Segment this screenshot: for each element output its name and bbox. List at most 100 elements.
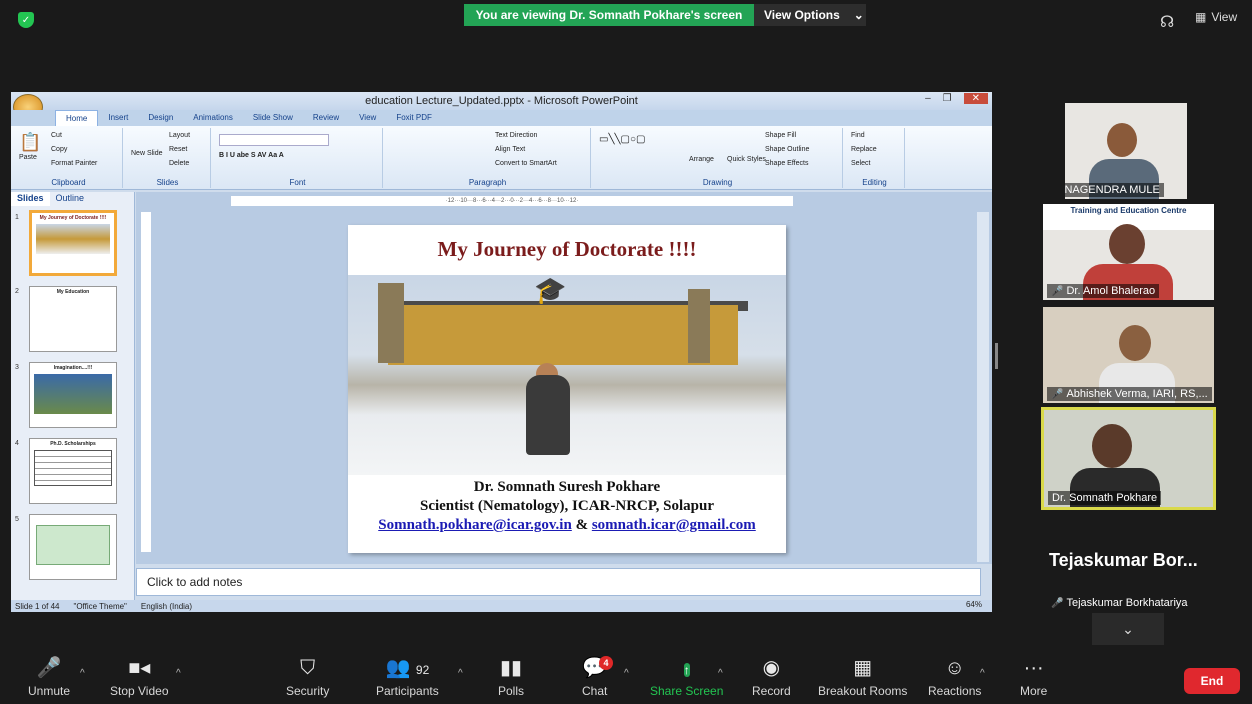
select-button[interactable]: Select — [851, 160, 870, 167]
align-text-button[interactable]: Align Text — [495, 146, 525, 153]
tab-insert[interactable]: Insert — [98, 110, 138, 126]
viewing-banner: You are viewing Dr. Somnath Pokhare's sc… — [464, 4, 754, 26]
participant-tile[interactable]: Tejaskumar Bor... 🎤 Tejaskumar Borkhatari… — [1043, 520, 1214, 612]
view-button[interactable]: ▦ View — [1195, 10, 1237, 24]
participants-caret-icon[interactable]: ^ — [458, 668, 463, 679]
breakout-rooms-icon: ▦ — [853, 657, 873, 679]
paragraph-label: Paragraph — [468, 178, 507, 187]
shape-outline-button[interactable]: Shape Outline — [765, 146, 809, 153]
slide-photo: 🎓 — [348, 275, 786, 475]
stop-video-button[interactable]: ■◂ Stop Video — [110, 656, 169, 698]
tab-animations[interactable]: Animations — [183, 110, 243, 126]
more-button[interactable]: ··· More — [1020, 656, 1047, 698]
tab-view[interactable]: View — [349, 110, 386, 126]
convert-smartart-button[interactable]: Convert to SmartArt — [495, 160, 557, 167]
presenter-role: Scientist (Nematology), ICAR-NRCP, Solap… — [419, 498, 715, 514]
restore-icon[interactable]: ❐ — [943, 93, 952, 104]
shapes-gallery[interactable]: ▭╲╲▢○▢ — [599, 134, 645, 145]
delete-button[interactable]: Delete — [169, 160, 189, 167]
slide-thumbnail[interactable]: Imagination....!!! — [29, 362, 117, 428]
reset-button[interactable]: Reset — [169, 146, 187, 153]
participant-name: 🎤 Dr. Amol Bhalerao — [1047, 284, 1160, 298]
arrange-button[interactable]: Arrange — [689, 156, 714, 163]
find-button[interactable]: Find — [851, 132, 865, 139]
chat-caret-icon[interactable]: ^ — [624, 668, 629, 679]
close-icon[interactable]: ✕ — [963, 93, 988, 104]
vertical-scrollbar[interactable] — [977, 212, 989, 562]
end-meeting-button[interactable]: End — [1184, 668, 1240, 694]
shape-effects-button[interactable]: Shape Effects — [765, 160, 808, 167]
email-link-1[interactable]: Somnath.pokhare@icar.gov.in — [378, 517, 572, 533]
unmute-button[interactable]: 🎤 Unmute — [28, 656, 70, 698]
notes-area[interactable]: Click to add notes — [136, 568, 981, 596]
language: English (India) — [140, 601, 193, 611]
active-speaker-tile[interactable]: Dr. Somnath Pokhare — [1041, 407, 1216, 510]
quick-styles-button[interactable]: Quick Styles — [727, 156, 766, 163]
tab-home[interactable]: Home — [55, 110, 99, 126]
shared-screen: education Lecture_Updated.pptx - Microso… — [11, 92, 992, 612]
thumb-number: 2 — [15, 288, 19, 295]
polls-button[interactable]: ▮▮ Polls — [498, 656, 524, 698]
participants-button[interactable]: 👥 92 Participants — [376, 656, 439, 698]
breakout-rooms-button[interactable]: ▦ Breakout Rooms — [818, 656, 907, 698]
tab-design[interactable]: Design — [138, 110, 183, 126]
replace-button[interactable]: Replace — [851, 146, 877, 153]
new-slide-button[interactable]: New Slide — [131, 150, 163, 157]
email-separator: & — [571, 517, 592, 533]
drawing-label: Drawing — [702, 178, 733, 187]
tab-foxit-pdf[interactable]: Foxit PDF — [386, 110, 442, 126]
participant-tile[interactable]: Training and Education Centre 🎤 Dr. Amol … — [1043, 204, 1214, 300]
horizontal-ruler: ·12···10···8···6···4···2···0···2···4···6… — [231, 196, 793, 206]
paste-button[interactable]: Paste — [19, 154, 37, 161]
slide-thumbnail[interactable]: Ph.D. Scholarships — [29, 438, 117, 504]
participant-tile[interactable]: 🎤 Abhishek Verma, IARI, RS,... — [1043, 307, 1214, 403]
minimize-icon[interactable]: – — [925, 93, 931, 104]
record-button[interactable]: ◉ Record — [752, 656, 791, 698]
slide-title: My Journey of Doctorate !!!! — [437, 237, 697, 261]
paste-icon[interactable]: 📋 — [19, 132, 41, 153]
thumb-number: 4 — [15, 440, 19, 447]
more-icon: ··· — [1023, 657, 1044, 679]
share-screen-button[interactable]: ↑ Share Screen — [650, 656, 723, 698]
participants-icon: 👥 92 — [385, 657, 430, 679]
graduation-cap-icon: 🎓 — [534, 275, 567, 305]
bold-button[interactable]: B I U abe S AV Aa A — [219, 152, 284, 159]
headphone-icon[interactable]: ☊ — [1160, 12, 1174, 32]
splitter-handle[interactable] — [995, 343, 998, 369]
video-caret-icon[interactable]: ^ — [176, 668, 181, 679]
view-options-button[interactable]: View Options ⌄ — [754, 4, 866, 26]
copy-button[interactable]: Copy — [51, 146, 67, 153]
tab-slide-show[interactable]: Slide Show — [243, 110, 303, 126]
drawing-group: ▭╲╲▢○▢ Arrange Quick Styles Shape Fill S… — [593, 128, 843, 188]
reactions-icon: ☺ — [944, 657, 965, 679]
participant-tile[interactable]: 🎤NAGENDRA MULE — [1065, 103, 1187, 199]
zoom-level[interactable]: 64% — [966, 600, 982, 609]
shape-fill-button[interactable]: Shape Fill — [765, 132, 796, 139]
email-link-2[interactable]: somnath.icar@gmail.com — [592, 517, 756, 533]
thumb-number: 5 — [15, 516, 19, 523]
slide-thumbnail[interactable]: My Education — [29, 286, 117, 352]
cut-button[interactable]: Cut — [51, 132, 62, 139]
tab-outline[interactable]: Outline — [50, 192, 91, 206]
security-button[interactable]: ⛉ Security — [286, 656, 329, 698]
slide-thumbnail[interactable]: My Journey of Doctorate !!!! — [29, 210, 117, 276]
current-slide[interactable]: My Journey of Doctorate !!!! 🎓 Dr. Somna… — [348, 225, 786, 553]
tab-review[interactable]: Review — [303, 110, 349, 126]
vertical-ruler — [141, 212, 151, 552]
text-direction-button[interactable]: Text Direction — [495, 132, 537, 139]
security-shield-icon[interactable]: ✓ — [18, 12, 34, 28]
presenter-emails: Somnath.pokhare@icar.gov.in & somnath.ic… — [348, 517, 786, 534]
gallery-chevron-down-icon[interactable]: ⌄ — [1092, 613, 1164, 645]
meeting-toolbar: 🎤 Unmute ^ ■◂ Stop Video ^ ⛉ Security 👥 … — [0, 650, 1252, 704]
share-caret-icon[interactable]: ^ — [718, 668, 723, 679]
reactions-button[interactable]: ☺ Reactions — [928, 656, 981, 698]
font-family-select[interactable] — [219, 134, 329, 146]
format-painter-button[interactable]: Format Painter — [51, 160, 97, 167]
audio-caret-icon[interactable]: ^ — [80, 668, 85, 679]
reactions-caret-icon[interactable]: ^ — [980, 668, 985, 679]
slide-thumbnail[interactable] — [29, 514, 117, 580]
theme-name: "Office Theme" — [73, 601, 127, 611]
shield-icon: ⛉ — [300, 657, 316, 679]
tab-slides[interactable]: Slides — [11, 192, 50, 206]
layout-button[interactable]: Layout — [169, 132, 190, 139]
